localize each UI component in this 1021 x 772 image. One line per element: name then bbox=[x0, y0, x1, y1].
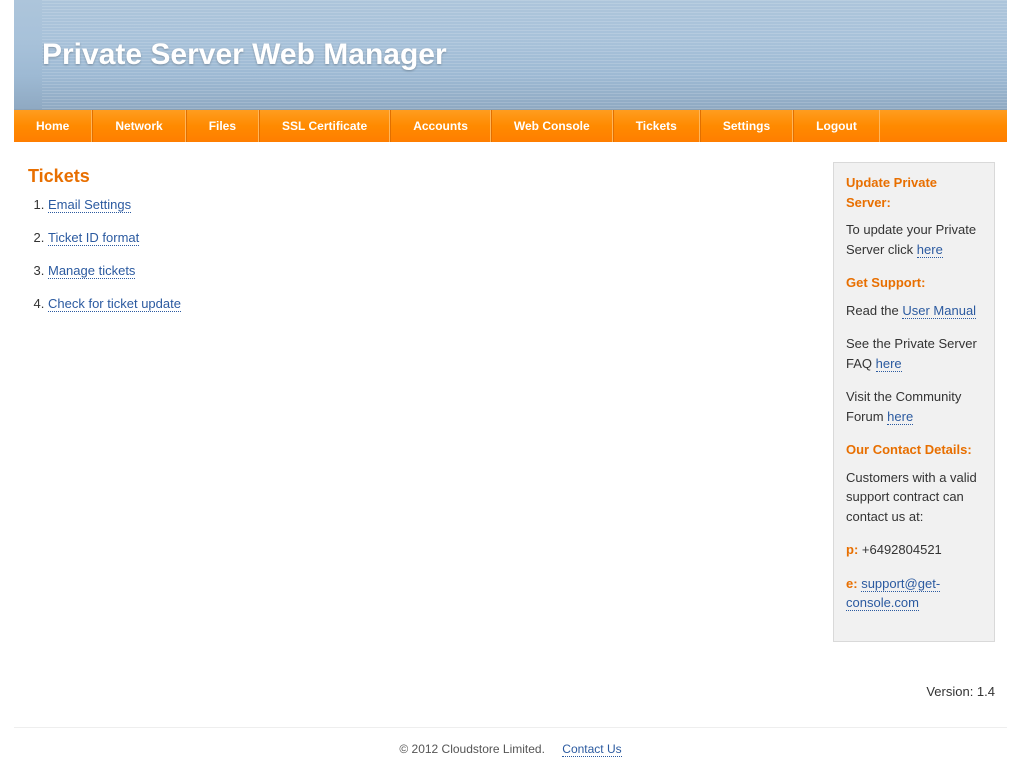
link-forum-here[interactable]: here bbox=[887, 409, 913, 425]
sidebar-contact-phone: p: +6492804521 bbox=[846, 540, 982, 560]
nav-accounts[interactable]: Accounts bbox=[390, 110, 491, 142]
link-update-here[interactable]: here bbox=[917, 242, 943, 258]
sidebar-support-forum: Visit the Community Forum here bbox=[846, 387, 982, 426]
email-label: e: bbox=[846, 576, 858, 591]
link-manage-tickets[interactable]: Manage tickets bbox=[48, 263, 135, 279]
list-item: Check for ticket update bbox=[48, 296, 813, 311]
list-item: Manage tickets bbox=[48, 263, 813, 278]
nav-logout[interactable]: Logout bbox=[793, 110, 880, 142]
sidebar-heading-support: Get Support: bbox=[846, 273, 982, 293]
main-column: Tickets Email Settings Ticket ID format … bbox=[28, 162, 833, 329]
link-contact-us[interactable]: Contact Us bbox=[562, 742, 621, 757]
link-support-email[interactable]: support@get-console.com bbox=[846, 576, 940, 612]
page-heading: Tickets bbox=[28, 166, 813, 187]
nav-web-console[interactable]: Web Console bbox=[491, 110, 613, 142]
footer-copyright: © 2012 Cloudstore Limited. bbox=[399, 742, 545, 756]
link-email-settings[interactable]: Email Settings bbox=[48, 197, 131, 213]
link-user-manual[interactable]: User Manual bbox=[902, 303, 976, 319]
nav-files[interactable]: Files bbox=[186, 110, 259, 142]
main-nav: Home Network Files SSL Certificate Accou… bbox=[14, 110, 1007, 142]
sidebar-support-manual: Read the User Manual bbox=[846, 301, 982, 321]
link-ticket-id-format[interactable]: Ticket ID format bbox=[48, 230, 139, 246]
nav-ssl-certificate[interactable]: SSL Certificate bbox=[259, 110, 390, 142]
phone-label: p: bbox=[846, 542, 858, 557]
sidebar: Update Private Server: To update your Pr… bbox=[833, 162, 995, 642]
footer: © 2012 Cloudstore Limited. Contact Us bbox=[14, 727, 1007, 772]
list-item: Ticket ID format bbox=[48, 230, 813, 245]
header-banner: Private Server Web Manager bbox=[14, 0, 1007, 110]
app-title: Private Server Web Manager bbox=[42, 38, 447, 72]
nav-tickets[interactable]: Tickets bbox=[613, 110, 700, 142]
sidebar-heading-contact: Our Contact Details: bbox=[846, 440, 982, 460]
version-text: Version: 1.4 bbox=[14, 672, 1007, 699]
nav-home[interactable]: Home bbox=[14, 110, 92, 142]
list-item: Email Settings bbox=[48, 197, 813, 212]
sidebar-update-text: To update your Private Server click here bbox=[846, 220, 982, 259]
sidebar-support-faq: See the Private Server FAQ here bbox=[846, 334, 982, 373]
sidebar-heading-update: Update Private Server: bbox=[846, 173, 982, 212]
sidebar-contact-email: e: support@get-console.com bbox=[846, 574, 982, 613]
nav-settings[interactable]: Settings bbox=[700, 110, 793, 142]
nav-network[interactable]: Network bbox=[92, 110, 185, 142]
sidebar-contact-intro: Customers with a valid support contract … bbox=[846, 468, 982, 527]
link-faq-here[interactable]: here bbox=[876, 356, 902, 372]
link-check-ticket-update[interactable]: Check for ticket update bbox=[48, 296, 181, 312]
phone-number: +6492804521 bbox=[858, 542, 942, 557]
ticket-link-list: Email Settings Ticket ID format Manage t… bbox=[28, 197, 813, 311]
